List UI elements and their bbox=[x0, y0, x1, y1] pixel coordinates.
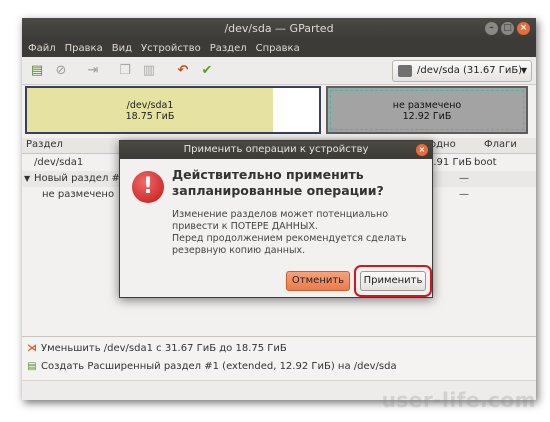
close-icon[interactable]: × bbox=[416, 144, 428, 156]
row-size: 2.91 ГиБ bbox=[427, 157, 472, 168]
partition-map: /dev/sda1 18.75 ГиБ не размечено 12.92 Г… bbox=[25, 85, 533, 135]
device-selector[interactable]: /dev/sda (31.67 ГиБ) ▼ bbox=[392, 60, 532, 82]
menu-bar: Файл Правка Вид Устройство Раздел Справк… bbox=[22, 40, 536, 57]
window-title: /dev/sda — GParted bbox=[224, 22, 334, 35]
new-partition-icon[interactable]: ▤ bbox=[28, 62, 46, 80]
row-size: — bbox=[459, 189, 469, 200]
row-partition-name: /dev/sda1 bbox=[34, 157, 84, 168]
menu-device[interactable]: Устройство bbox=[141, 40, 201, 57]
resize-icon: ⋊ bbox=[27, 343, 37, 354]
row-partition-name: не размечено bbox=[42, 189, 115, 200]
partition-sda1-size: 18.75 ГиБ bbox=[125, 111, 175, 122]
list-item[interactable]: ⋊ Уменьшить /dev/sda1 с 31.67 ГиБ до 18.7… bbox=[26, 343, 287, 354]
column-flags[interactable]: Флаги bbox=[484, 139, 517, 150]
toolbar: ▤ ⊘ ⇥ ❐ ▥ ↶ ✔ /dev/sda (31.67 ГиБ) ▼ bbox=[22, 57, 536, 85]
unallocated-label: не размечено 12.92 ГиБ bbox=[328, 100, 526, 122]
unallocated-size: 12.92 ГиБ bbox=[402, 111, 452, 122]
operation-text: Создать Расширенный раздел #1 (extended,… bbox=[41, 361, 397, 372]
dialog-message: Изменение разделов может потенциально пр… bbox=[172, 209, 430, 257]
column-size[interactable]: одно bbox=[430, 139, 456, 150]
operation-text: Уменьшить /dev/sda1 с 31.67 ГиБ до 18.75… bbox=[41, 343, 287, 354]
apply-button-highlight bbox=[354, 265, 432, 297]
list-item[interactable]: ▤ Создать Расширенный раздел #1 (extended… bbox=[26, 361, 397, 372]
minimize-icon[interactable]: – bbox=[485, 22, 498, 35]
chevron-down-icon: ▼ bbox=[520, 66, 527, 75]
partition-sda1-label: /dev/sda1 18.75 ГиБ bbox=[27, 100, 273, 122]
dialog-message-line2: Перед продолжением рекомендуется сделать… bbox=[172, 233, 407, 256]
cancel-button[interactable]: Отменить bbox=[286, 271, 350, 291]
dialog-title: Применить операции к устройству bbox=[183, 144, 369, 155]
warning-icon: ! bbox=[132, 171, 164, 203]
delete-icon[interactable]: ⊘ bbox=[52, 62, 70, 80]
title-bar: /dev/sda — GParted – □ × bbox=[22, 18, 536, 40]
menu-file[interactable]: Файл bbox=[28, 40, 56, 57]
row-partition-name: Новый раздел #1 bbox=[34, 173, 127, 184]
menu-partition[interactable]: Раздел bbox=[210, 40, 247, 57]
dialog-title-bar: Применить операции к устройству × bbox=[120, 141, 432, 159]
row-flags: boot bbox=[474, 157, 497, 168]
apply-operations-dialog: Применить операции к устройству × ! Дейс… bbox=[119, 140, 433, 298]
partition-sda1-name: /dev/sda1 bbox=[126, 100, 174, 111]
window-controls: – □ × bbox=[485, 22, 530, 35]
menu-help[interactable]: Справка bbox=[256, 40, 300, 57]
menu-view[interactable]: Вид bbox=[112, 40, 132, 57]
maximize-icon[interactable]: □ bbox=[501, 22, 514, 35]
apply-icon[interactable]: ✔ bbox=[198, 62, 216, 80]
row-size: — bbox=[459, 173, 469, 184]
device-selector-label: /dev/sda (31.67 ГиБ) bbox=[417, 65, 523, 76]
close-icon[interactable]: × bbox=[517, 22, 530, 35]
partition-sda1-block[interactable]: /dev/sda1 18.75 ГиБ bbox=[25, 86, 321, 134]
expander-icon[interactable]: ▼ bbox=[24, 174, 30, 183]
new-partition-icon: ▤ bbox=[27, 361, 37, 372]
resize-move-icon[interactable]: ⇥ bbox=[84, 62, 102, 80]
paste-icon[interactable]: ▥ bbox=[140, 62, 158, 80]
copy-icon[interactable]: ❐ bbox=[116, 62, 134, 80]
dialog-heading: Действительно применить запланированные … bbox=[172, 167, 384, 198]
undo-icon[interactable]: ↶ bbox=[174, 62, 192, 80]
unallocated-block[interactable]: не размечено 12.92 ГиБ bbox=[326, 86, 528, 134]
unallocated-name: не размечено bbox=[392, 100, 462, 111]
dialog-message-line1: Изменение разделов может потенциально пр… bbox=[172, 209, 388, 232]
pending-operations-list: ⋊ Уменьшить /dev/sda1 с 31.67 ГиБ до 18.7… bbox=[22, 336, 536, 380]
watermark-area: user-life.com bbox=[0, 382, 550, 422]
gparted-window: /dev/sda — GParted – □ × Файл Правка Вид… bbox=[22, 18, 536, 400]
menu-edit[interactable]: Правка bbox=[65, 40, 103, 57]
watermark-text: user-life.com bbox=[381, 388, 536, 412]
column-partition[interactable]: Раздел bbox=[26, 139, 63, 150]
disk-icon bbox=[398, 65, 412, 77]
